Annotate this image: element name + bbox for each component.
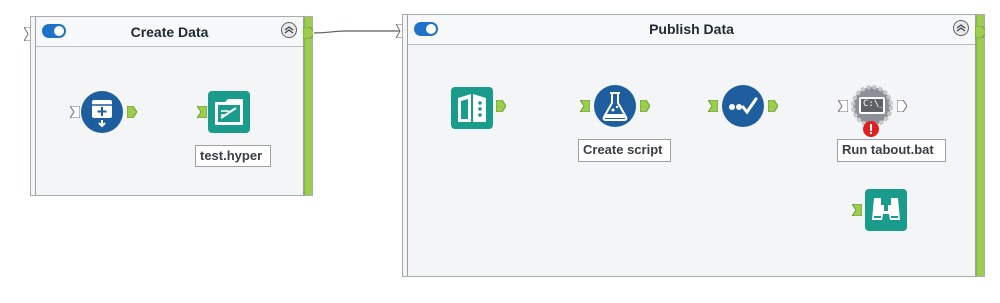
- tool-input-anchor[interactable]: [580, 100, 590, 112]
- tool-output-anchor[interactable]: [640, 100, 650, 112]
- text-input-tool[interactable]: [80, 90, 124, 134]
- tool-input-anchor[interactable]: [838, 100, 848, 112]
- container-title: Publish Data: [649, 21, 734, 37]
- select-tool[interactable]: [721, 84, 765, 128]
- select-icon: [722, 85, 764, 127]
- container-output-anchor[interactable]: [303, 27, 313, 39]
- error-icon[interactable]: [862, 120, 880, 138]
- tool-annotation: test.hyper: [195, 145, 271, 167]
- container-title: Create Data: [130, 24, 209, 40]
- chevron-up-icon: [956, 24, 966, 32]
- tool-annotation: Create script: [578, 139, 671, 162]
- tool-output-anchor[interactable]: [496, 100, 506, 112]
- tool-input-anchor: [70, 106, 80, 118]
- text-input-icon: [81, 91, 123, 133]
- tool-output-anchor[interactable]: [127, 106, 137, 118]
- input-data-tool[interactable]: [450, 86, 494, 130]
- output-data-tool[interactable]: [207, 90, 251, 134]
- tool-output-anchor[interactable]: [768, 100, 778, 112]
- tool-input-anchor[interactable]: [852, 204, 862, 216]
- collapse-button[interactable]: [281, 22, 297, 38]
- browse-icon: [865, 189, 907, 231]
- container-header[interactable]: Create Data: [36, 18, 303, 47]
- container-output-anchor[interactable]: [975, 26, 985, 38]
- container-output-bar[interactable]: [304, 17, 312, 195]
- tool-input-anchor[interactable]: [197, 106, 207, 118]
- console-text: C:\_: [863, 99, 885, 109]
- formula-icon: [594, 85, 636, 127]
- chevron-up-icon: [284, 26, 294, 34]
- container-output-bar[interactable]: [976, 15, 984, 276]
- output-data-icon: [208, 91, 250, 133]
- browse-tool[interactable]: [864, 188, 908, 232]
- tool-output-anchor[interactable]: [897, 100, 907, 112]
- tool-annotation: Run tabout.bat: [837, 139, 946, 162]
- formula-tool[interactable]: [593, 84, 637, 128]
- input-data-icon: [451, 87, 493, 129]
- container-header[interactable]: Publish Data: [408, 16, 975, 45]
- collapse-button[interactable]: [953, 20, 969, 36]
- tool-input-anchor[interactable]: [708, 100, 718, 112]
